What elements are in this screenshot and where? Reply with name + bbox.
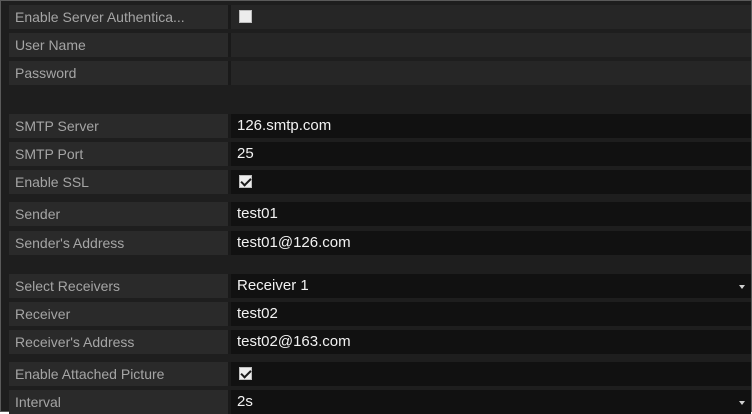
interval-value: 2s: [237, 393, 253, 410]
smtp-port-label: SMTP Port: [9, 142, 231, 166]
row-receivers-address: Receiver's Address test02@163.com: [9, 330, 751, 354]
row-smtp-port: SMTP Port 25: [9, 142, 751, 166]
select-receivers-dropdown[interactable]: Receiver 1: [231, 274, 751, 298]
password-label: Password: [9, 61, 231, 85]
receivers-address-input[interactable]: test02@163.com: [231, 330, 751, 354]
senders-address-label: Sender's Address: [9, 231, 231, 255]
chevron-down-icon[interactable]: [739, 285, 745, 289]
smtp-server-input[interactable]: 126.smtp.com: [231, 114, 751, 138]
row-sender: Sender test01: [9, 202, 751, 226]
row-select-receivers: Select Receivers Receiver 1: [9, 274, 751, 298]
enable-server-authentication-field: [231, 5, 751, 29]
enable-attached-picture-field: [231, 362, 751, 386]
enable-server-authentication-label: Enable Server Authentica...: [9, 5, 231, 29]
chevron-down-icon[interactable]: [739, 401, 745, 405]
enable-ssl-checkbox[interactable]: [239, 175, 252, 188]
user-name-input[interactable]: [231, 33, 751, 57]
enable-ssl-field: [231, 170, 751, 194]
row-enable-server-authentication: Enable Server Authentica...: [9, 5, 751, 29]
password-input[interactable]: [231, 61, 751, 85]
receivers-address-label: Receiver's Address: [9, 330, 231, 354]
row-receiver: Receiver test02: [9, 302, 751, 326]
row-interval: Interval 2s: [9, 390, 751, 414]
row-password: Password: [9, 61, 751, 85]
row-enable-attached-picture: Enable Attached Picture: [9, 362, 751, 386]
senders-address-input[interactable]: test01@126.com: [231, 231, 751, 255]
smtp-port-input[interactable]: 25: [231, 142, 751, 166]
interval-label: Interval: [9, 390, 231, 414]
sender-input[interactable]: test01: [231, 202, 751, 226]
enable-attached-picture-checkbox[interactable]: [239, 367, 252, 380]
enable-server-authentication-checkbox[interactable]: [239, 10, 252, 23]
smtp-server-label: SMTP Server: [9, 114, 231, 138]
sender-label: Sender: [9, 202, 231, 226]
row-user-name: User Name: [9, 33, 751, 57]
enable-attached-picture-label: Enable Attached Picture: [9, 362, 231, 386]
row-enable-ssl: Enable SSL: [9, 170, 751, 194]
row-smtp-server: SMTP Server 126.smtp.com: [9, 114, 751, 138]
receiver-label: Receiver: [9, 302, 231, 326]
interval-dropdown[interactable]: 2s: [231, 390, 751, 414]
row-senders-address: Sender's Address test01@126.com: [9, 231, 751, 255]
email-settings-form: Enable Server Authentica... User Name Pa…: [0, 0, 752, 414]
user-name-label: User Name: [9, 33, 231, 57]
select-receivers-value: Receiver 1: [237, 277, 309, 294]
receiver-input[interactable]: test02: [231, 302, 751, 326]
select-receivers-label: Select Receivers: [9, 274, 231, 298]
enable-ssl-label: Enable SSL: [9, 170, 231, 194]
